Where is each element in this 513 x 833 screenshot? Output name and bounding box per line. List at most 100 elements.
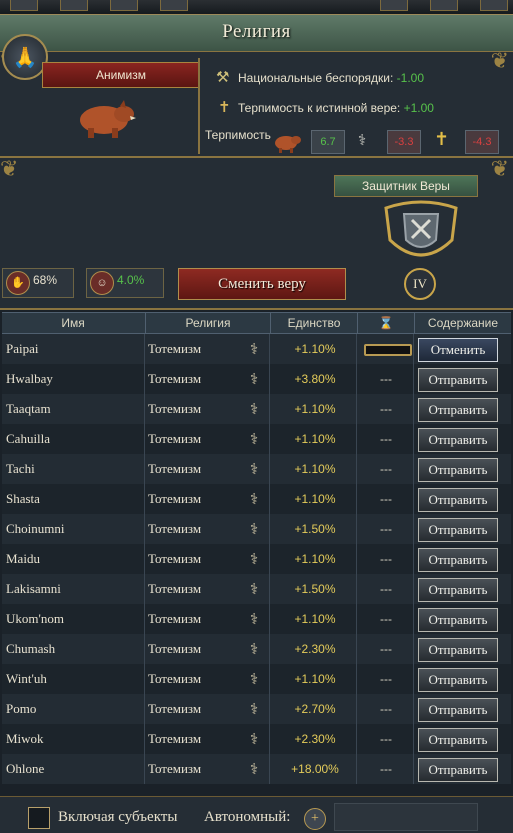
column-header-religion[interactable]: Религия	[145, 313, 270, 333]
column-divider	[413, 724, 414, 754]
table-row[interactable]: Maidu Тотемизм ⚕ +1.10% --- Отправить	[2, 544, 511, 574]
row-religion: Тотемизм	[148, 491, 202, 506]
row-unity: +2.30%	[294, 732, 336, 746]
table-row[interactable]: Lakisamni Тотемизм ⚕ +1.50% --- Отправить	[2, 574, 511, 604]
top-tab[interactable]	[60, 0, 88, 11]
send-button[interactable]: Отправить	[418, 428, 498, 452]
row-unity: +1.10%	[294, 432, 336, 446]
send-button[interactable]: Отправить	[418, 518, 498, 542]
table-row[interactable]: Taaqtam Тотемизм ⚕ +1.10% --- Отправить	[2, 394, 511, 424]
row-unity: +18.00%	[291, 762, 339, 776]
table-body: Paipai Тотемизм ⚕ +1.10% Отменить Hwalbay Тоте…	[2, 334, 511, 784]
column-divider	[144, 724, 145, 754]
true-faith-tolerance-value: +1.00	[403, 101, 434, 115]
row-name: Taaqtam	[6, 401, 51, 416]
totem-icon: ⚕	[249, 492, 259, 508]
column-divider	[269, 724, 270, 754]
religion-name-banner: Анимизм	[42, 62, 200, 88]
row-status: ---	[380, 732, 392, 746]
send-button[interactable]: Отправить	[418, 458, 498, 482]
corner-ornament-icon: ❦	[490, 48, 509, 73]
send-button[interactable]: Отправить	[418, 578, 498, 602]
column-header-unity[interactable]: Единство	[270, 313, 357, 333]
totem-icon: ⚕	[249, 402, 259, 418]
unity-percent-value: 4.0%	[117, 273, 145, 287]
table-row[interactable]: Ohlone Тотемизм ⚕ +18.00% --- Отправить	[2, 754, 511, 784]
column-divider	[144, 394, 145, 424]
priest-icon: ☺	[90, 271, 114, 295]
totem-icon: ⚕	[249, 762, 259, 778]
send-button[interactable]: Отправить	[418, 548, 498, 572]
send-button[interactable]: Отправить	[418, 638, 498, 662]
table-row[interactable]: Choinumni Тотемизм ⚕ +1.50% --- Отправить	[2, 514, 511, 544]
row-status: ---	[380, 702, 392, 716]
column-divider	[269, 604, 270, 634]
defender-shield-icon[interactable]	[376, 200, 466, 266]
column-divider	[144, 424, 145, 454]
corner-ornament-icon: ❦	[490, 156, 509, 181]
hourglass-icon[interactable]: ⌛	[357, 313, 414, 333]
top-tab[interactable]	[480, 0, 508, 11]
top-tab[interactable]	[110, 0, 138, 11]
table-row[interactable]: Ukom'nom Тотемизм ⚕ +1.10% --- Отправить	[2, 604, 511, 634]
row-unity: +1.50%	[294, 582, 336, 596]
row-name: Maidu	[6, 551, 40, 566]
table-row[interactable]: Chumash Тотемизм ⚕ +2.30% --- Отправить	[2, 634, 511, 664]
send-button[interactable]: Отправить	[418, 758, 498, 782]
table-row[interactable]: Cahuilla Тотемизм ⚕ +1.10% --- Отправить	[2, 424, 511, 454]
column-divider	[269, 574, 270, 604]
row-religion: Тотемизм	[148, 641, 202, 656]
table-row[interactable]: Hwalbay Тотемизм ⚕ +3.80% --- Отправить	[2, 364, 511, 394]
column-divider	[144, 604, 145, 634]
send-button[interactable]: Отправить	[418, 398, 498, 422]
row-unity: +3.80%	[294, 372, 336, 386]
send-button[interactable]: Отправить	[418, 728, 498, 752]
cross-icon: ✝	[218, 100, 231, 116]
row-religion: Тотемизм	[148, 611, 202, 626]
row-religion: Тотемизм	[148, 521, 202, 536]
top-tab[interactable]	[430, 0, 458, 11]
send-button[interactable]: Отправить	[418, 698, 498, 722]
send-button[interactable]: Отправить	[418, 488, 498, 512]
row-unity: +1.10%	[294, 342, 336, 356]
national-unrest-modifier: Национальные беспорядки: -1.00	[238, 71, 424, 85]
totem-icon: ⚕	[249, 732, 259, 748]
top-tab[interactable]	[380, 0, 408, 11]
autonomous-field[interactable]	[334, 803, 478, 831]
row-unity: +1.50%	[294, 522, 336, 536]
row-status: ---	[380, 522, 392, 536]
table-row[interactable]: Pomo Тотемизм ⚕ +2.70% --- Отправить	[2, 694, 511, 724]
totem-icon: ⚕	[249, 342, 259, 358]
send-button[interactable]: Отправить	[418, 368, 498, 392]
totem-icon: ⚕	[249, 642, 259, 658]
column-divider	[144, 634, 145, 664]
row-religion: Тотемизм	[148, 401, 202, 416]
row-name: Lakisamni	[6, 581, 61, 596]
column-divider	[144, 664, 145, 694]
plus-icon[interactable]: +	[304, 808, 326, 830]
table-row[interactable]: Paipai Тотемизм ⚕ +1.10% Отменить	[2, 334, 511, 364]
table-row[interactable]: Miwok Тотемизм ⚕ +2.30% --- Отправить	[2, 724, 511, 754]
send-button[interactable]: Отправить	[418, 668, 498, 692]
column-header-name[interactable]: Имя	[2, 313, 144, 333]
table-row[interactable]: Wint'uh Тотемизм ⚕ +1.10% --- Отправить	[2, 664, 511, 694]
row-name: Ohlone	[6, 761, 45, 776]
totem-icon: ⚕	[249, 462, 259, 478]
hands-icon: ✋	[6, 271, 30, 295]
row-status: ---	[380, 762, 392, 776]
column-divider	[413, 544, 414, 574]
column-header-upkeep[interactable]: Содержание	[414, 313, 511, 333]
row-religion: Тотемизм	[148, 701, 202, 716]
change-religion-button[interactable]: Сменить веру	[178, 268, 346, 300]
row-name: Cahuilla	[6, 431, 51, 446]
column-divider	[144, 544, 145, 574]
send-button[interactable]: Отправить	[418, 608, 498, 632]
top-tab[interactable]	[10, 0, 38, 11]
cancel-button[interactable]: Отменить	[418, 338, 498, 362]
row-status: ---	[380, 672, 392, 686]
table-row[interactable]: Shasta Тотемизм ⚕ +1.10% --- Отправить	[2, 484, 511, 514]
top-tab[interactable]	[160, 0, 188, 11]
include-subjects-checkbox[interactable]	[28, 807, 50, 829]
table-row[interactable]: Tachi Тотемизм ⚕ +1.10% --- Отправить	[2, 454, 511, 484]
defender-rank-badge: IV	[404, 268, 436, 300]
